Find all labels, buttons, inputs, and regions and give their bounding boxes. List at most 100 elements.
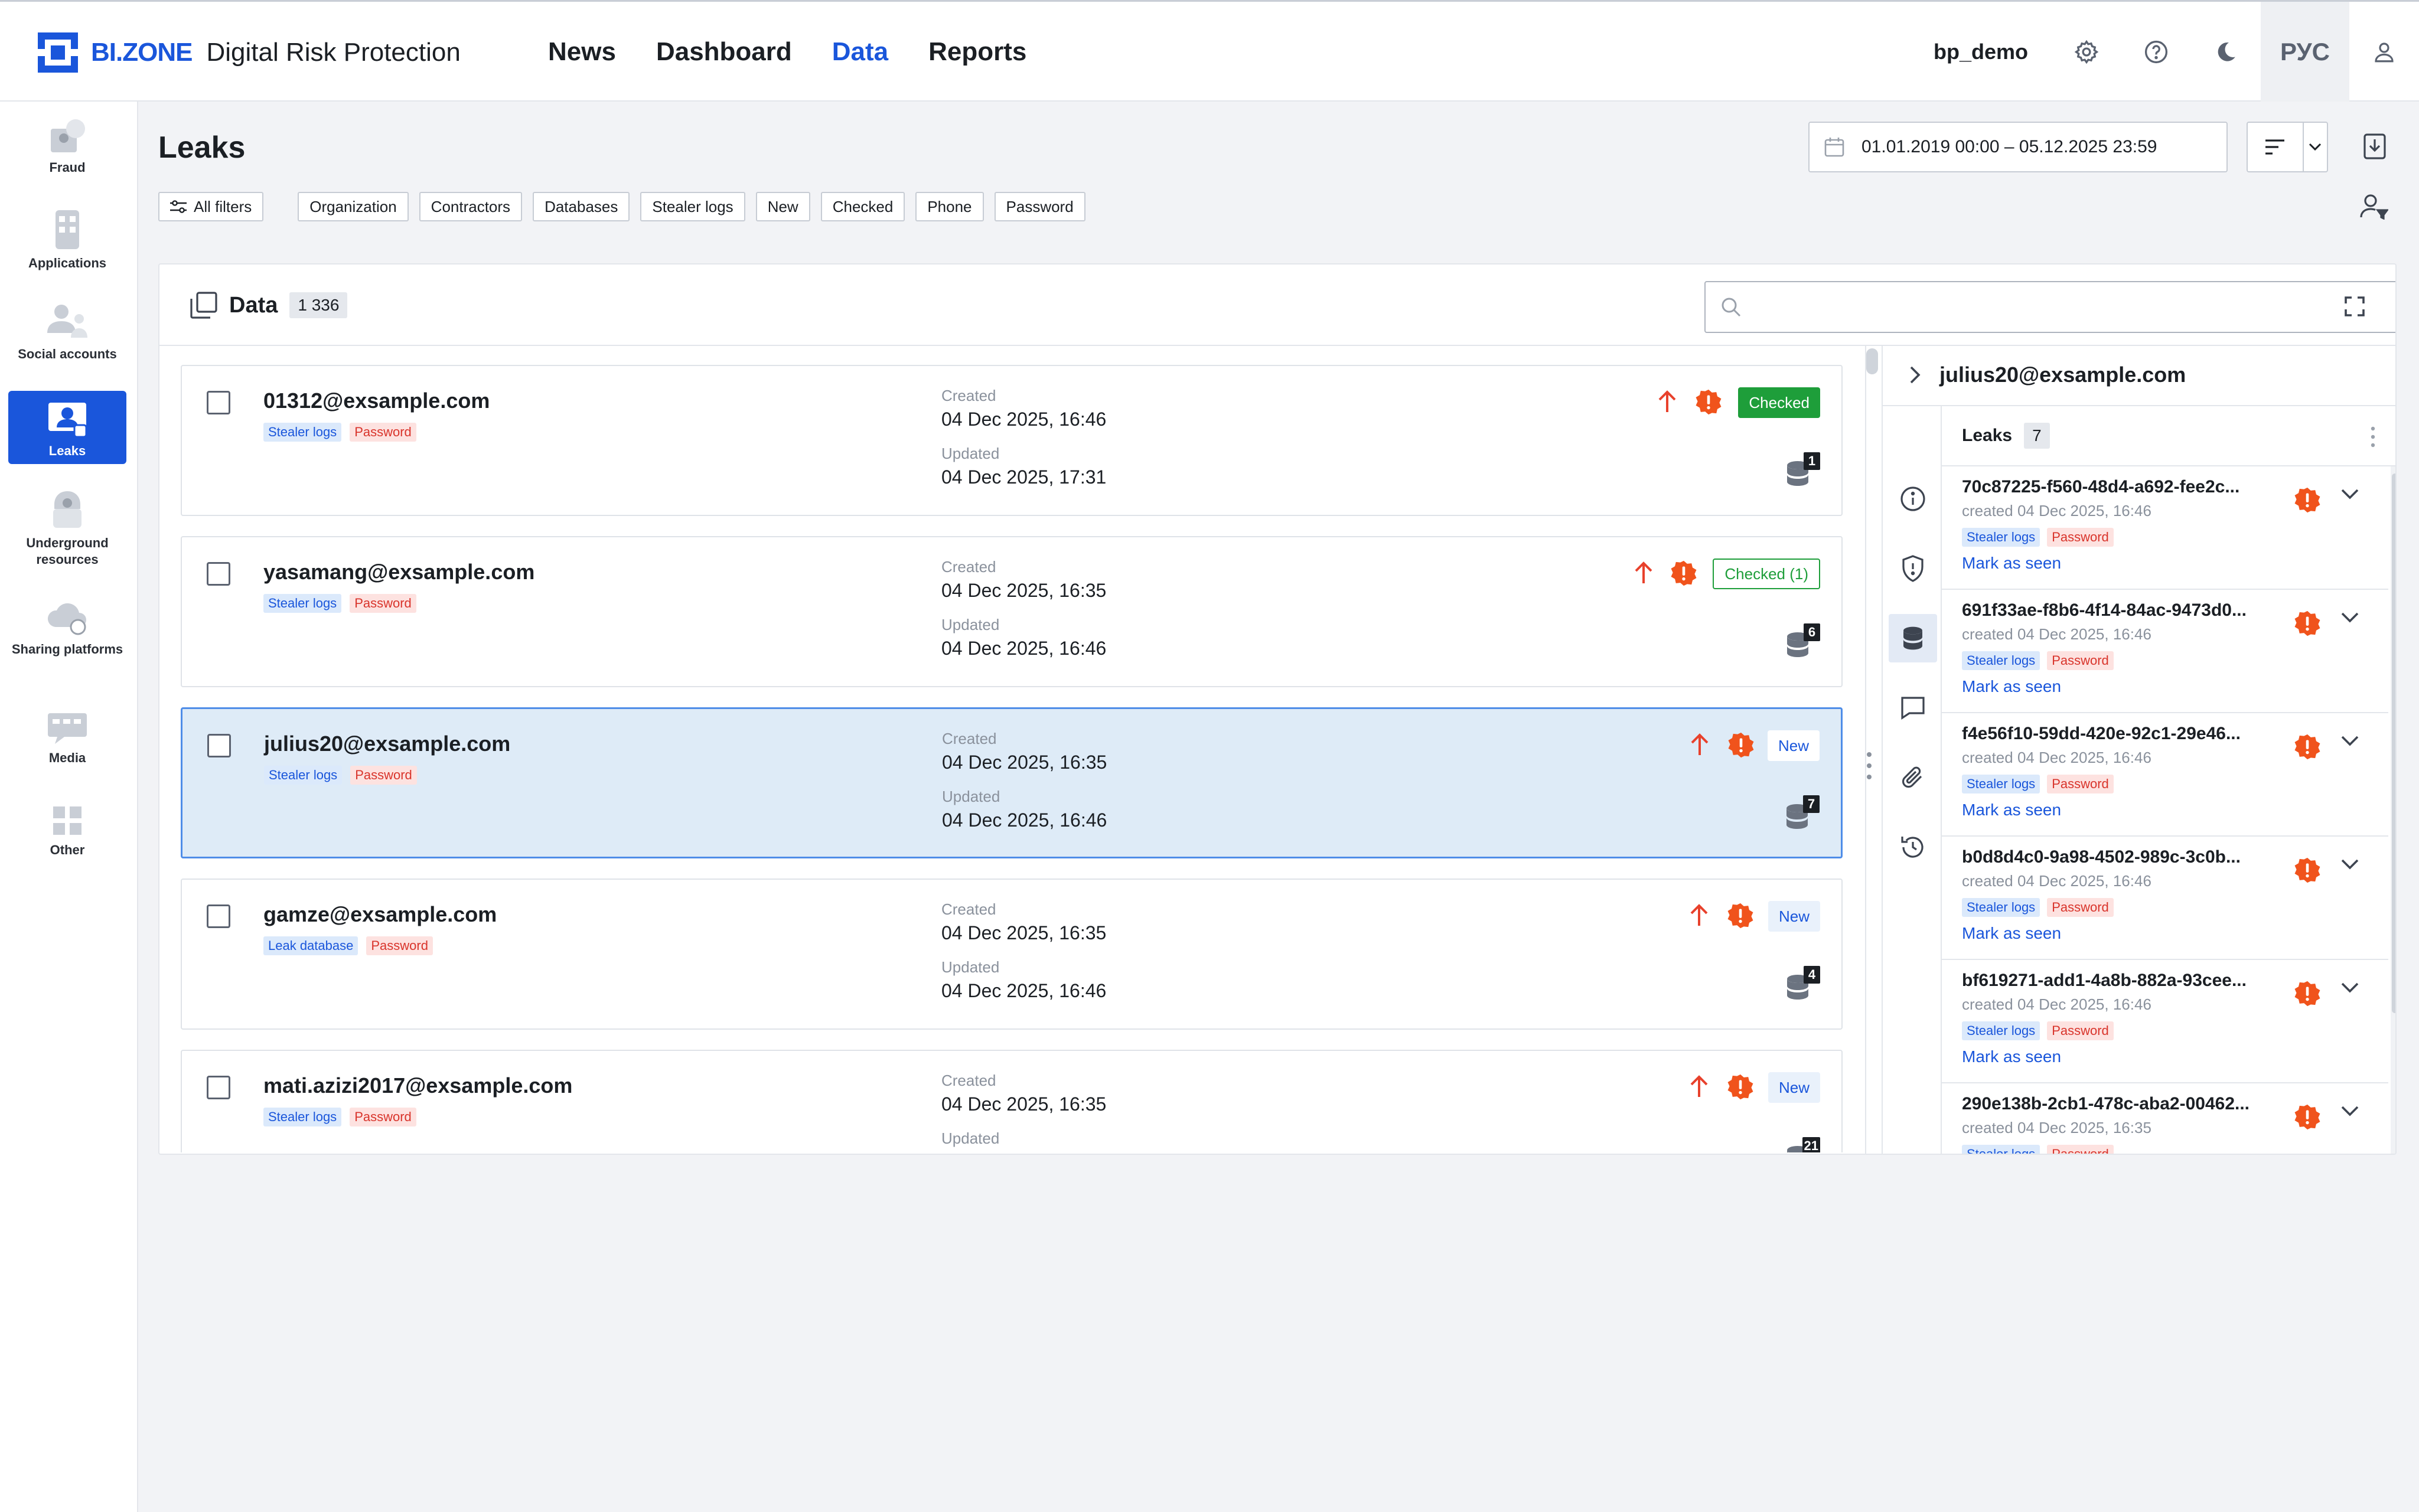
leak-id[interactable]: b0d8d4c0-9a98-4502-989c-3c0b... — [1962, 847, 2241, 867]
tab-info[interactable] — [1889, 475, 1937, 523]
leak-id[interactable]: 70c87225-f560-48d4-a692-fee2c... — [1962, 477, 2239, 497]
row-checkbox[interactable] — [207, 391, 230, 414]
status-badge[interactable]: New — [1767, 730, 1820, 761]
leak-id[interactable]: f4e56f10-59dd-420e-92c1-29e46... — [1962, 724, 2241, 744]
chevron-down-icon[interactable] — [2341, 1106, 2359, 1116]
row-email[interactable]: mati.azizi2017@exsample.com — [263, 1073, 572, 1098]
filter-chip-new[interactable]: New — [755, 192, 810, 221]
list-scrollbar-thumb[interactable] — [1866, 348, 1878, 374]
help-button[interactable] — [2121, 2, 2191, 102]
theme-toggle[interactable] — [2191, 2, 2261, 102]
list-item[interactable]: b0d8d4c0-9a98-4502-989c-3c0b... created … — [1942, 837, 2388, 960]
list-item[interactable]: bf619271-add1-4a8b-882a-93cee... created… — [1942, 960, 2388, 1083]
mark-as-seen-link[interactable]: Mark as seen — [1962, 554, 2061, 573]
chevron-down-icon[interactable] — [2341, 489, 2359, 499]
chevron-down-icon[interactable] — [2341, 982, 2359, 993]
nav-dashboard[interactable]: Dashboard — [656, 37, 792, 67]
tab-history[interactable] — [1889, 823, 1937, 871]
table-row[interactable]: gamze@exsample.com Leak database Passwor… — [181, 879, 1843, 1030]
mark-as-seen-link[interactable]: Mark as seen — [1962, 1047, 2061, 1066]
row-checkbox[interactable] — [207, 1076, 230, 1099]
chevron-right-icon[interactable] — [1910, 366, 1921, 384]
assign-user-button[interactable] — [2358, 190, 2391, 223]
export-button[interactable] — [2360, 130, 2389, 163]
list-item[interactable]: 290e138b-2cb1-478c-aba2-00462... created… — [1942, 1083, 2388, 1154]
tab-attachments[interactable] — [1889, 753, 1937, 802]
nav-reports[interactable]: Reports — [928, 37, 1026, 67]
media-icon — [48, 713, 87, 744]
database-count[interactable]: 1 — [1785, 452, 1820, 488]
detail-scrollbar-thumb[interactable] — [2392, 473, 2395, 1013]
status-badge[interactable]: Checked (1) — [1713, 559, 1820, 589]
database-count[interactable]: 7 — [1784, 795, 1820, 831]
filter-chip-stealer-logs[interactable]: Stealer logs — [640, 192, 745, 221]
database-count[interactable]: 21 — [1785, 1137, 1820, 1152]
table-row-selected[interactable]: julius20@exsample.com Stealer logs Passw… — [181, 707, 1843, 858]
tab-comments[interactable] — [1889, 684, 1937, 732]
list-item[interactable]: 691f33ae-f8b6-4f14-84ac-9473d0... create… — [1942, 590, 2388, 713]
row-checkbox[interactable] — [207, 562, 230, 586]
logo[interactable]: BI.ZONE Digital Risk Protection — [38, 32, 461, 73]
filter-chip-checked[interactable]: Checked — [820, 192, 905, 221]
table-row[interactable]: yasamang@exsample.com Stealer logs Passw… — [181, 536, 1843, 687]
username[interactable]: bp_demo — [1934, 40, 2028, 64]
list-item[interactable]: f4e56f10-59dd-420e-92c1-29e46... created… — [1942, 713, 2388, 837]
sidebar-item-sharing[interactable]: Sharing platforms — [8, 599, 126, 658]
mark-as-seen-link[interactable]: Mark as seen — [1962, 924, 2061, 943]
all-filters-button[interactable]: All filters — [158, 192, 264, 221]
row-checkbox[interactable] — [207, 734, 231, 757]
row-checkbox[interactable] — [207, 904, 230, 928]
chevron-down-icon[interactable] — [2341, 612, 2359, 623]
alert-badge-icon — [1727, 903, 1753, 929]
filter-chip-organization[interactable]: Organization — [298, 192, 409, 221]
sidebar-item-other[interactable]: Other — [8, 804, 126, 858]
table-row[interactable]: mati.azizi2017@exsample.com Stealer logs… — [181, 1050, 1843, 1152]
profile-button[interactable] — [2349, 2, 2419, 102]
leak-id[interactable]: 691f33ae-f8b6-4f14-84ac-9473d0... — [1962, 600, 2247, 621]
tab-databases[interactable] — [1889, 614, 1937, 662]
row-email[interactable]: julius20@exsample.com — [264, 731, 510, 756]
sidebar-item-fraud[interactable]: Fraud — [8, 117, 126, 176]
leak-id[interactable]: bf619271-add1-4a8b-882a-93cee... — [1962, 971, 2247, 991]
sort-dropdown[interactable] — [2304, 123, 2327, 171]
settings-button[interactable] — [2052, 2, 2121, 102]
sidebar-item-leaks[interactable]: Leaks — [8, 391, 126, 464]
status-badge[interactable]: New — [1768, 1072, 1820, 1103]
sidebar-item-social-accounts[interactable]: Social accounts — [8, 302, 126, 363]
status-badge[interactable]: New — [1768, 901, 1820, 932]
nav-news[interactable]: News — [548, 37, 616, 67]
chevron-down-icon[interactable] — [2341, 859, 2359, 870]
sort-control[interactable] — [2247, 122, 2328, 172]
leak-id[interactable]: 290e138b-2cb1-478c-aba2-00462... — [1962, 1094, 2250, 1114]
sort-button[interactable] — [2248, 123, 2304, 171]
list-item[interactable]: 70c87225-f560-48d4-a692-fee2c... created… — [1942, 466, 2388, 590]
mark-as-seen-link[interactable]: Mark as seen — [1962, 801, 2061, 819]
sidebar-item-media[interactable]: Media — [8, 710, 126, 766]
mark-as-seen-link[interactable]: Mark as seen — [1962, 677, 2061, 696]
row-email[interactable]: gamze@exsample.com — [263, 902, 497, 927]
drag-handle-icon[interactable] — [1866, 751, 1872, 781]
nav-data[interactable]: Data — [832, 37, 888, 67]
chevron-down-icon[interactable] — [2341, 736, 2359, 746]
sidebar-item-underground[interactable]: Underground resources — [8, 489, 126, 568]
sidebar-item-applications[interactable]: Applications — [8, 209, 126, 272]
row-email[interactable]: 01312@exsample.com — [263, 388, 490, 413]
database-count[interactable]: 6 — [1785, 623, 1820, 659]
filter-chip-phone[interactable]: Phone — [915, 192, 984, 221]
more-vertical-icon[interactable] — [2371, 426, 2375, 448]
database-count[interactable]: 4 — [1785, 966, 1820, 1001]
user-icon — [2375, 42, 2394, 62]
search-input[interactable] — [1753, 297, 2395, 317]
language-switch[interactable]: РУС — [2261, 2, 2349, 102]
search-field[interactable] — [1704, 281, 2395, 333]
row-email[interactable]: yasamang@exsample.com — [263, 560, 534, 584]
status-badge[interactable]: Checked — [1738, 387, 1820, 418]
filter-chip-databases[interactable]: Databases — [533, 192, 630, 221]
filter-chip-contractors[interactable]: Contractors — [419, 192, 523, 221]
row-created: 04 Dec 2025, 16:46 — [941, 409, 1107, 430]
filter-chip-password[interactable]: Password — [994, 192, 1085, 221]
table-row[interactable]: 01312@exsample.com Stealer logs Password… — [181, 365, 1843, 516]
date-range-picker[interactable]: 01.01.2019 00:00 – 05.12.2025 23:59 — [1808, 122, 2228, 172]
tab-security[interactable] — [1889, 544, 1937, 593]
fullscreen-button[interactable] — [2341, 293, 2368, 320]
